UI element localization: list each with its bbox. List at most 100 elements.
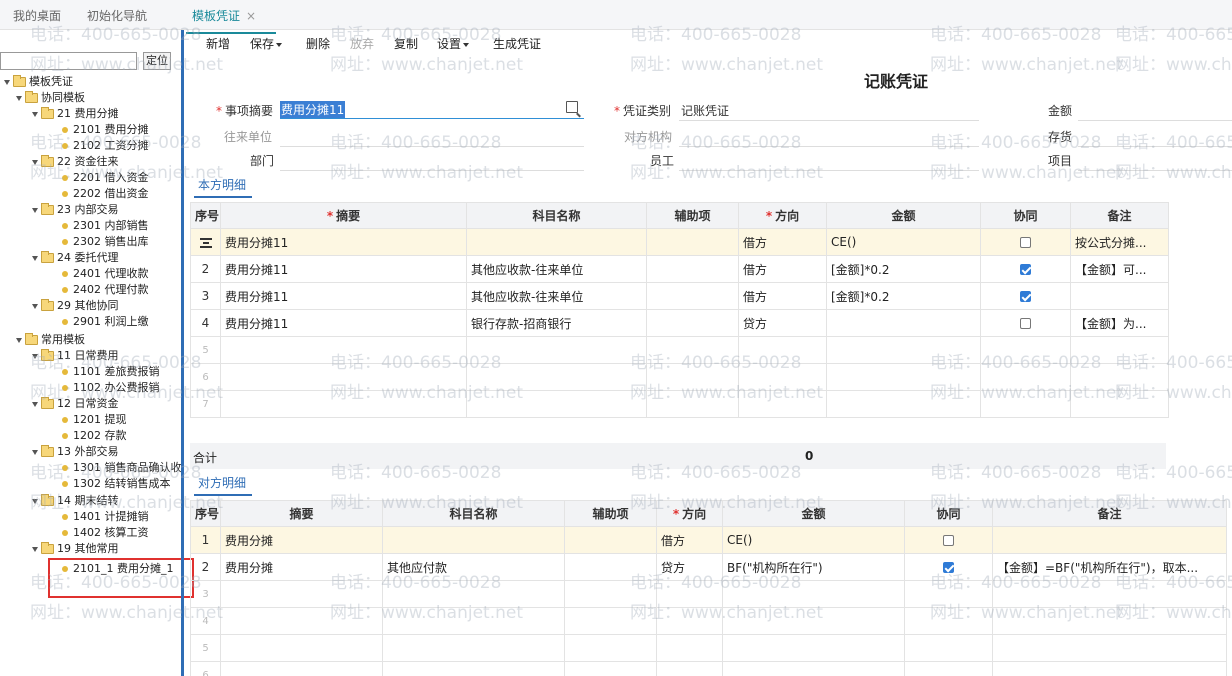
tree-folder-item[interactable]: 29 其他协同 bbox=[32, 298, 119, 314]
sync-checkbox[interactable] bbox=[1020, 291, 1031, 302]
cell-note[interactable]: 按公式分摊... bbox=[1070, 228, 1169, 256]
table-row[interactable]: 2 费用分摊11 其他应收款-往来单位 借方 [金额]*0.2 【金额】可... bbox=[190, 255, 1169, 283]
expand-triangle-icon[interactable] bbox=[32, 303, 38, 309]
expand-triangle-icon[interactable] bbox=[16, 95, 22, 101]
cell-note[interactable] bbox=[992, 526, 1227, 554]
empty-cell[interactable] bbox=[992, 607, 1227, 635]
cell-sync[interactable] bbox=[904, 526, 993, 554]
cell-amount[interactable]: [金额]*0.2 bbox=[826, 282, 981, 310]
expand-triangle-icon[interactable] bbox=[32, 449, 38, 455]
tree-leaf-item[interactable]: 1101 差旅费报销 bbox=[62, 364, 160, 380]
settings-button[interactable]: 设置 bbox=[437, 35, 470, 52]
expand-triangle-icon[interactable] bbox=[32, 159, 38, 165]
empty-cell[interactable] bbox=[904, 580, 993, 608]
cell-sync[interactable] bbox=[980, 228, 1071, 256]
tree-folder-item[interactable]: 11 日常费用 bbox=[32, 348, 119, 364]
dept-field[interactable] bbox=[280, 170, 584, 171]
tree-leaf-item[interactable]: 1301 销售商品确认收 bbox=[62, 460, 182, 476]
tree-leaf-item[interactable]: 1401 计提摊销 bbox=[62, 509, 149, 525]
discard-button[interactable]: 放弃 bbox=[350, 35, 374, 52]
cell-aux[interactable] bbox=[564, 553, 657, 581]
empty-cell[interactable] bbox=[220, 336, 467, 364]
cell-amount[interactable]: CE() bbox=[826, 228, 981, 256]
employee-field[interactable] bbox=[679, 170, 979, 171]
expand-triangle-icon[interactable] bbox=[32, 353, 38, 359]
empty-cell[interactable] bbox=[382, 661, 565, 676]
empty-cell[interactable] bbox=[646, 390, 739, 418]
empty-table-row[interactable]: 3 bbox=[190, 580, 1227, 608]
empty-cell[interactable] bbox=[992, 634, 1227, 662]
cell-idx[interactable]: 7 bbox=[190, 390, 221, 418]
cell-dir[interactable]: 借方 bbox=[738, 255, 827, 283]
cell-note[interactable]: 【金额】可... bbox=[1070, 255, 1169, 283]
tab-template-voucher[interactable]: 模板凭证 × bbox=[185, 7, 277, 34]
tree-leaf-item[interactable]: 2402 代理付款 bbox=[62, 282, 149, 298]
sync-checkbox[interactable] bbox=[1020, 264, 1031, 275]
empty-cell[interactable] bbox=[564, 634, 657, 662]
empty-cell[interactable] bbox=[826, 336, 981, 364]
cell-idx[interactable]: 6 bbox=[190, 363, 221, 391]
empty-cell[interactable] bbox=[904, 661, 993, 676]
cell-note[interactable]: 【金额】为... bbox=[1070, 309, 1169, 337]
empty-cell[interactable] bbox=[220, 363, 467, 391]
inventory-field[interactable] bbox=[1078, 146, 1232, 147]
cell-sync[interactable] bbox=[904, 553, 993, 581]
empty-cell[interactable] bbox=[656, 580, 723, 608]
empty-cell[interactable] bbox=[980, 363, 1071, 391]
sync-checkbox[interactable] bbox=[1020, 237, 1031, 248]
empty-cell[interactable] bbox=[722, 580, 905, 608]
tree-search-input[interactable] bbox=[0, 52, 137, 70]
empty-table-row[interactable]: 7 bbox=[190, 390, 1169, 418]
cell-summary[interactable]: 费用分摊11 bbox=[220, 309, 467, 337]
empty-cell[interactable] bbox=[646, 336, 739, 364]
cell-amount[interactable]: BF("机构所在行") bbox=[722, 553, 905, 581]
empty-cell[interactable] bbox=[1070, 363, 1169, 391]
cell-idx[interactable]: 1 bbox=[190, 526, 221, 554]
tree-leaf-item[interactable]: 1402 核算工资 bbox=[62, 525, 149, 541]
tab-desktop[interactable]: 我的桌面 bbox=[13, 7, 61, 24]
empty-table-row[interactable]: 4 bbox=[190, 607, 1227, 635]
empty-cell[interactable] bbox=[382, 607, 565, 635]
cell-dir[interactable]: 借方 bbox=[738, 282, 827, 310]
tree-folder-item[interactable]: 23 内部交易 bbox=[32, 202, 119, 218]
empty-table-row[interactable]: 6 bbox=[190, 661, 1227, 676]
empty-cell[interactable] bbox=[738, 390, 827, 418]
tree-leaf-item[interactable]: 1202 存款 bbox=[62, 428, 127, 444]
counter-org-field[interactable] bbox=[679, 146, 979, 147]
tree-folder-item[interactable]: 14 期末结转 bbox=[32, 493, 119, 509]
tree-folder-item[interactable]: 21 费用分摊 bbox=[32, 106, 119, 122]
empty-cell[interactable] bbox=[466, 336, 647, 364]
tree-folder-item[interactable]: 24 委托代理 bbox=[32, 250, 119, 266]
locate-button[interactable]: 定位 bbox=[143, 52, 171, 70]
expand-triangle-icon[interactable] bbox=[32, 111, 38, 117]
sync-checkbox[interactable] bbox=[1020, 318, 1031, 329]
empty-cell[interactable] bbox=[722, 634, 905, 662]
cell-account[interactable]: 其他应收款-往来单位 bbox=[466, 282, 647, 310]
sync-checkbox[interactable] bbox=[943, 535, 954, 546]
empty-cell[interactable] bbox=[564, 661, 657, 676]
table-row[interactable]: 费用分摊11 借方 CE() 按公式分摊... bbox=[190, 228, 1169, 256]
empty-cell[interactable] bbox=[738, 363, 827, 391]
expand-triangle-icon[interactable] bbox=[32, 498, 38, 504]
empty-cell[interactable] bbox=[980, 390, 1071, 418]
empty-cell[interactable] bbox=[1070, 336, 1169, 364]
expand-triangle-icon[interactable] bbox=[16, 337, 22, 343]
empty-cell[interactable] bbox=[904, 634, 993, 662]
tree-leaf-item[interactable]: 2102 工资分摊 bbox=[62, 138, 149, 154]
expand-triangle-icon[interactable] bbox=[4, 79, 10, 85]
empty-cell[interactable] bbox=[382, 580, 565, 608]
tree-folder-item[interactable]: 19 其他常用 bbox=[32, 541, 119, 557]
lookup-icon[interactable] bbox=[566, 101, 578, 113]
expand-triangle-icon[interactable] bbox=[32, 546, 38, 552]
cell-amount[interactable] bbox=[826, 309, 981, 337]
cell-dir[interactable]: 借方 bbox=[738, 228, 827, 256]
summary-field[interactable]: 费用分摊11 bbox=[280, 99, 584, 119]
cell-account[interactable] bbox=[466, 228, 647, 256]
tree-folder-item[interactable]: 常用模板 bbox=[16, 332, 85, 348]
tree-leaf-item[interactable]: 2401 代理收款 bbox=[62, 266, 149, 282]
tree-leaf-item[interactable]: 1201 提现 bbox=[62, 412, 127, 428]
empty-cell[interactable] bbox=[564, 580, 657, 608]
expand-triangle-icon[interactable] bbox=[32, 207, 38, 213]
empty-cell[interactable] bbox=[220, 607, 383, 635]
tree-leaf-item[interactable]: 2201 借入资金 bbox=[62, 170, 149, 186]
